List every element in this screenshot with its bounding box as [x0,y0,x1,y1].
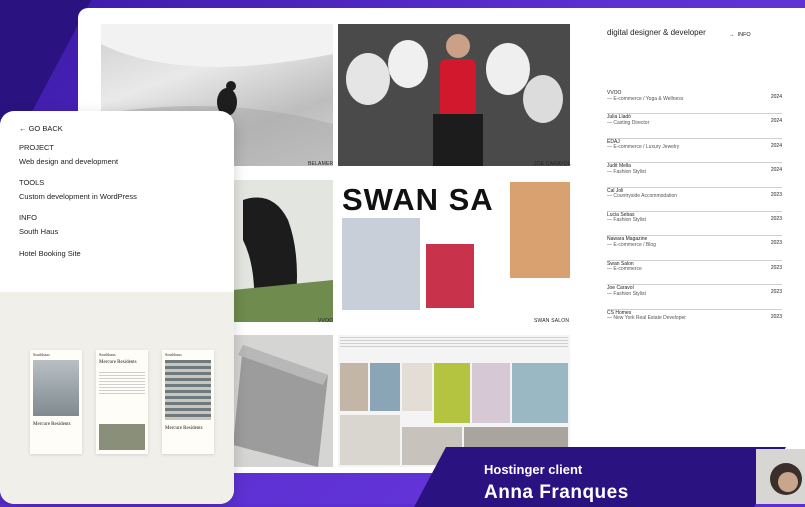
client-photo [770,463,802,495]
project-category: — New York Real Estate Developer [607,315,686,322]
project-row[interactable]: Swan Salon — E-commerce 2023 [607,261,782,286]
object-photo [233,345,328,467]
hotel-image [33,360,79,416]
project-value: Web design and development [19,157,119,166]
project-year: 2024 [770,142,782,149]
tile-label: JOE CARAVOL [534,161,571,167]
project-tile[interactable] [233,335,333,467]
project-heading: PROJECT [19,143,55,152]
project-row[interactable]: Joe Caravol — Fashion Stylist 2023 [607,285,782,310]
tile-label: BELAMER [308,161,334,167]
hotel-image [99,424,145,450]
mobile-mockup: Southhaus Mercure Residents [30,350,82,454]
info-link[interactable]: → INFO [729,32,751,38]
preview-title: Mercure Residents [165,426,203,431]
tile-label: SWAN SALON [534,318,570,324]
project-year: 2023 [770,215,782,222]
preview-title: Mercure Residents [33,422,71,427]
info-heading: INFO [19,213,37,222]
project-category: — E-commerce / Yoga & Wellness [607,95,684,102]
photo [434,363,470,423]
photo [340,363,368,411]
photo [370,363,400,411]
project-category: — E-commerce / Blog [607,241,656,248]
project-year: 2023 [770,240,782,247]
project-category: — Fashion Stylist [607,168,646,175]
banner-subtitle: Hostinger client [484,462,583,477]
project-row[interactable]: Lucia Sebas — Fashion Stylist 2023 [607,212,782,237]
fashion-photo [338,24,570,166]
project-row[interactable]: Nawara Magazine — E-commerce / Blog 2023 [607,236,782,261]
go-back-link[interactable]: ← GO BACK [19,124,63,133]
site-preview: Southhaus Mercure Residents Southhaus Me… [0,292,234,504]
project-row[interactable]: VVOO — E-commerce / Yoga & Wellness 2024 [607,90,782,115]
project-row[interactable]: Julia Lladó — Casting Director 2024 [607,114,782,139]
text-lines [340,337,568,349]
hotel-image [165,360,211,420]
project-row[interactable]: CS Homes — New York Real Estate Develope… [607,310,782,333]
tile-label: VVOO [318,318,334,324]
project-list: VVOO — E-commerce / Yoga & Wellness 2024… [607,90,782,333]
project-category: — Countryside Accommodation [607,193,678,200]
info-value: South Haus [19,227,59,236]
photo [512,363,568,423]
project-tile-joe-caravol[interactable] [338,24,570,166]
info-label: INFO [737,32,751,38]
text-lines [99,372,145,396]
project-year: 2023 [770,289,782,296]
project-category: — E-commerce / Luxury Jewelry [607,144,680,151]
project-row[interactable]: EDAJ — E-commerce / Luxury Jewelry 2024 [607,139,782,164]
brand-label: Southhaus [99,352,116,357]
site-type-value: Hotel Booking Site [19,249,81,258]
horse-photo [233,197,333,322]
mobile-mockup: Southhaus Mercure Residents [162,350,214,454]
project-category: — E-commerce [607,266,642,273]
swan-image [510,182,570,278]
project-year: 2024 [770,118,782,125]
preview-title: Mercure Residents [99,360,137,365]
project-row[interactable]: Cal Joli — Countryside Accommodation 202… [607,188,782,212]
tools-value: Custom development in WordPress [19,192,137,201]
project-detail-card: ← GO BACK PROJECT Web design and develop… [0,111,234,504]
tools-heading: TOOLS [19,178,45,187]
brand-label: Southhaus [33,352,50,357]
arrow-right-icon: → [729,32,735,38]
photo [402,363,432,411]
project-tile-vvoo[interactable] [233,180,333,322]
mobile-mockup: Southhaus Mercure Residents [96,350,148,454]
project-year: 2024 [770,167,782,174]
project-tile-swan-salon[interactable]: SWAN SA [338,180,570,322]
project-category: — Fashion Stylist [607,290,646,297]
project-year: 2024 [770,94,782,100]
brand-label: Southhaus [165,352,182,357]
project-year: 2023 [770,191,782,198]
swan-image [342,218,420,310]
photo [340,415,400,465]
project-category: — Casting Director [607,119,650,126]
project-year: 2023 [770,313,782,320]
project-category: — Fashion Stylist [607,217,646,224]
site-title: digital designer & developer [607,28,706,37]
swan-heading: SWAN SA [342,182,494,217]
project-row[interactable]: Judit Mella — Fashion Stylist 2024 [607,163,782,188]
photo [472,363,510,423]
project-year: 2023 [770,264,782,271]
banner-client-name: Anna Franques [484,482,629,503]
client-avatar [756,449,805,504]
swan-image [426,244,474,308]
